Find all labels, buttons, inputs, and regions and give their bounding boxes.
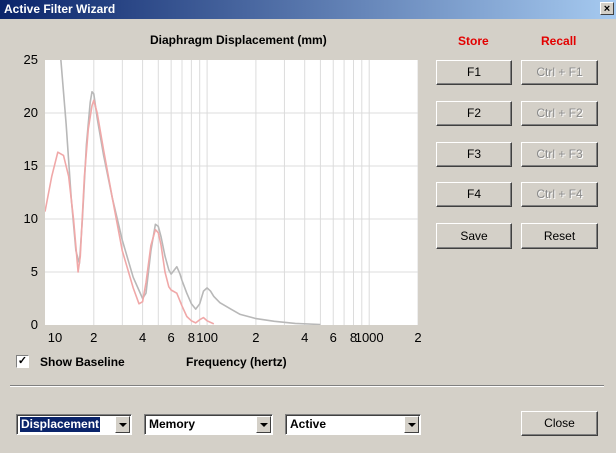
y-tick-label: 0 [30, 317, 38, 332]
memory-dropdown[interactable]: Memory [144, 414, 273, 435]
store-f2-button[interactable]: F2 [436, 101, 512, 126]
recall-f4-button[interactable]: Ctrl + F4 [521, 182, 598, 207]
x-tick-label: 1000 [354, 330, 384, 345]
chevron-down-icon[interactable] [256, 416, 271, 433]
store-f1-button[interactable]: F1 [436, 60, 512, 85]
separator [10, 385, 604, 387]
recall-f3-button[interactable]: Ctrl + F3 [521, 142, 598, 167]
x-tick-label: 8 [187, 330, 196, 345]
recall-f1-button[interactable]: Ctrl + F1 [521, 60, 598, 85]
title-bar: Active Filter Wizard × [0, 0, 616, 19]
save-button[interactable]: Save [436, 223, 512, 249]
x-tick-label: 10 [47, 330, 63, 345]
x-tick-label: 2 [414, 330, 422, 345]
view-dropdown[interactable]: Displacement [16, 414, 132, 435]
x-axis-title: Frequency (hertz) [186, 355, 287, 369]
active-dropdown[interactable]: Active [285, 414, 421, 435]
y-tick-label: 15 [23, 158, 38, 173]
x-tick-label: 6 [329, 330, 337, 345]
store-header: Store [458, 34, 489, 48]
x-tick-label: 6 [167, 330, 175, 345]
reset-button[interactable]: Reset [521, 223, 598, 249]
checkmark-icon: ✓ [17, 355, 28, 367]
x-tick-label: 100 [196, 330, 218, 345]
window-title: Active Filter Wizard [4, 2, 116, 16]
recall-header: Recall [541, 34, 577, 48]
view-dropdown-value: Displacement [18, 416, 102, 433]
displacement-chart [45, 60, 418, 325]
chevron-down-icon[interactable] [404, 416, 419, 433]
y-tick-label: 10 [23, 211, 38, 226]
active-dropdown-value: Active [290, 417, 327, 431]
y-tick-label: 25 [23, 52, 38, 67]
memory-dropdown-value: Memory [149, 417, 196, 431]
y-tick-label: 20 [23, 105, 38, 120]
chevron-down-icon[interactable] [115, 416, 130, 433]
store-f4-button[interactable]: F4 [436, 182, 512, 207]
chart-title: Diaphragm Displacement (mm) [150, 33, 327, 47]
x-tick-label: 2 [252, 330, 260, 345]
show-baseline-label: Show Baseline [40, 355, 125, 369]
show-baseline-checkbox[interactable]: ✓ [16, 355, 29, 368]
x-tick-label: 4 [301, 330, 309, 345]
active-filter-wizard-window: Active Filter Wizard × Diaphragm Displac… [0, 0, 616, 453]
x-tick-label: 2 [90, 330, 98, 345]
recall-f2-button[interactable]: Ctrl + F2 [521, 101, 598, 126]
close-icon[interactable]: × [600, 2, 614, 15]
store-f3-button[interactable]: F3 [436, 142, 512, 167]
close-button[interactable]: Close [521, 411, 598, 436]
y-tick-label: 5 [30, 264, 38, 279]
x-tick-label: 4 [138, 330, 147, 345]
